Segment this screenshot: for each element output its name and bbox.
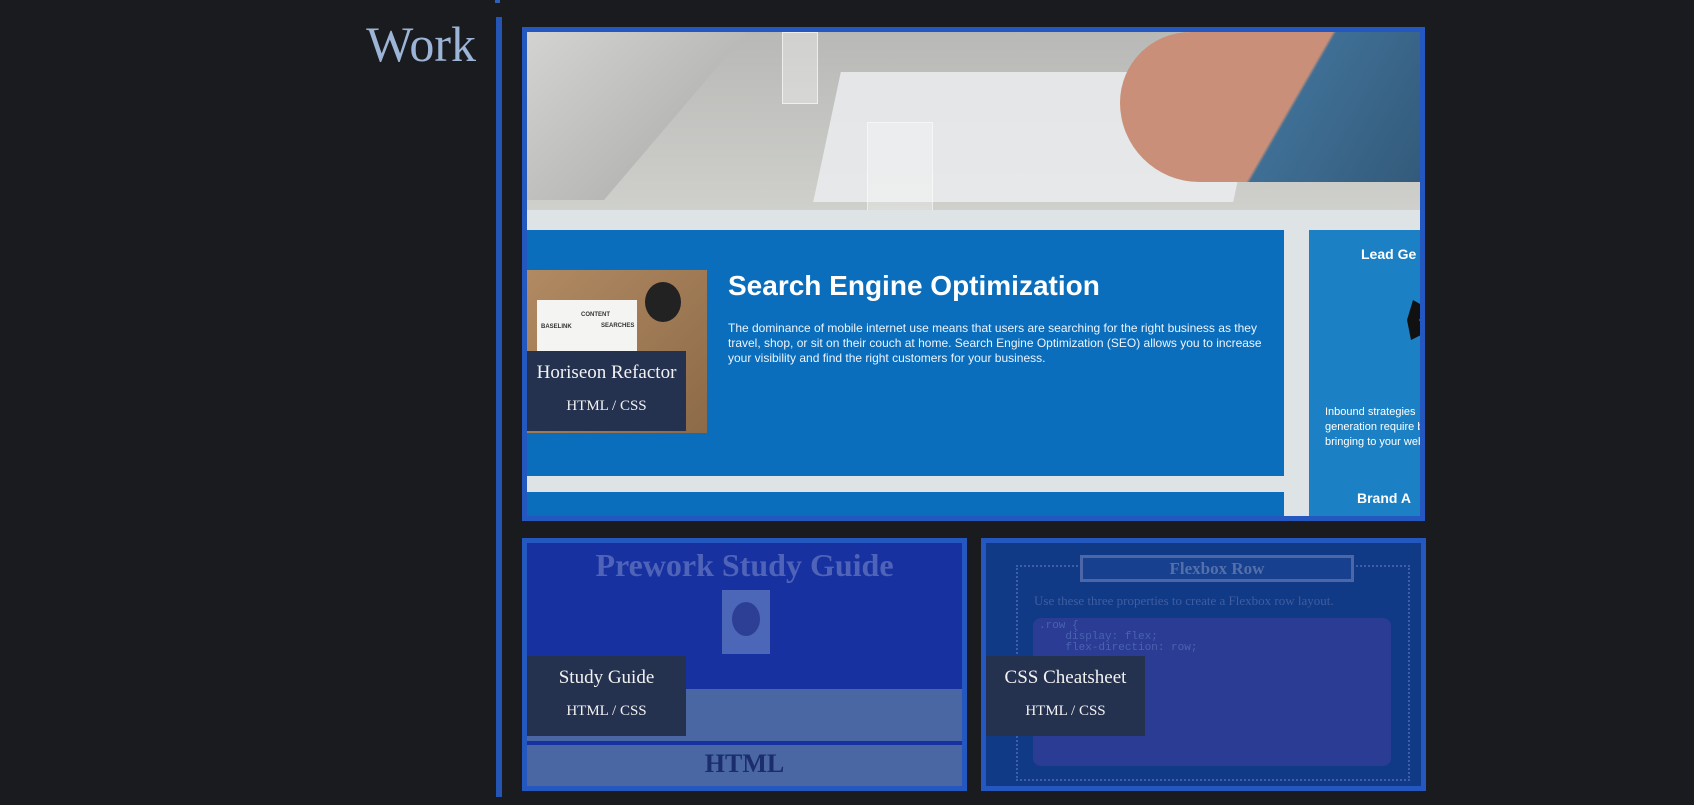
project-title: CSS Cheatsheet [1004, 667, 1127, 688]
project-tech: HTML / CSS [566, 703, 647, 719]
project-label: CSS Cheatsheet HTML / CSS [986, 656, 1145, 736]
meeting-photo [527, 32, 1420, 212]
cheat-heading: Flexbox Row [1080, 555, 1354, 582]
project-title: Study Guide [558, 667, 655, 688]
pencil-cup-shape [645, 282, 681, 322]
project-label: Horiseon Refactor HTML / CSS [527, 351, 686, 431]
section-divider [496, 17, 502, 797]
brand-title: Brand A [1357, 490, 1411, 506]
project-tech: HTML / CSS [1025, 703, 1106, 719]
guide-heading: Prework Study Guide [595, 547, 894, 583]
lead-body: Inbound strategies generation require bu… [1325, 406, 1425, 448]
lead-title: Lead Ge [1361, 246, 1417, 262]
preview-blue-footer [527, 492, 1284, 516]
project-tech: HTML / CSS [566, 398, 647, 414]
seo-heading: Search Engine Optimization [728, 270, 1100, 301]
project-card-study-guide[interactable]: Prework Study Guide HTML Study Guide HTM… [522, 538, 967, 791]
section-title: Work [366, 16, 476, 72]
cheat-description: Use these three properties to create a F… [1034, 593, 1334, 608]
project-label: Study Guide HTML / CSS [527, 656, 686, 736]
glass-shape [867, 122, 933, 212]
top-divider-tick [495, 0, 500, 3]
preview-gray-band [527, 476, 1284, 492]
lead-generation-panel: Lead Ge Inbound strategies generation re… [1309, 230, 1420, 516]
guide-section-label: HTML [704, 749, 785, 778]
glass-shape [782, 32, 818, 104]
lead-icon [1407, 300, 1420, 340]
arm-shape [1120, 32, 1420, 182]
preview-gray-gutter [1284, 230, 1309, 516]
preview-gray-band [527, 210, 1420, 230]
project-title: Horiseon Refactor [536, 362, 677, 383]
avatar-icon [722, 590, 770, 654]
project-card-horiseon[interactable]: CONTENT BASELINK SEARCHES Search Engine … [522, 27, 1425, 521]
laptop-shape [527, 32, 747, 200]
project-card-css-cheatsheet[interactable]: Flexbox Row Use these three properties t… [981, 538, 1426, 791]
seo-body: The dominance of mobile internet use mea… [728, 321, 1262, 365]
